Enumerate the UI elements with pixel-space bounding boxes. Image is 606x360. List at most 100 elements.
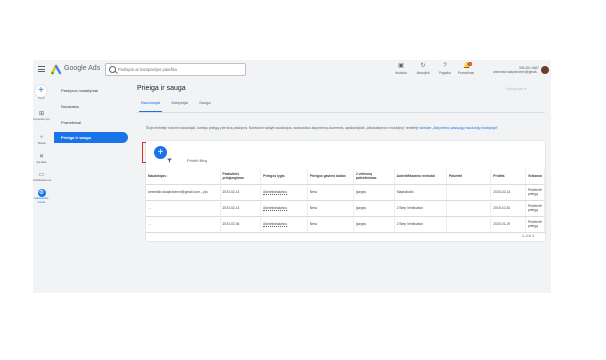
sidebar-item-access-security[interactable]: Prieiga ir sauga (54, 132, 128, 143)
tab-security[interactable]: Sauga (199, 100, 211, 105)
sidebar-item-label: Paskyros nustatymai (61, 88, 98, 93)
add-filter-link[interactable]: Pridėti filtrą (187, 158, 207, 163)
search-box[interactable] (105, 63, 246, 76)
appearance-label: Išvaizda (395, 71, 407, 75)
cell-actions[interactable]: Peržiūrėti prieigą (525, 184, 546, 201)
notifications-button[interactable]: 🔔 3 Pranešimai (456, 62, 476, 75)
manager-selector[interactable]: Valdytojai ▾ (506, 86, 526, 91)
users-table-card: + Pridėti filtrą Naudotojas ↑ Paskutinis… (146, 141, 546, 241)
notifications-label: Pranešimai (458, 71, 474, 75)
rail-label: Tikslai (37, 141, 46, 145)
cell-user: ameshkiv.skapishchevl@gmail.com – jūs (146, 184, 221, 201)
notifications-badge: 3 (468, 62, 472, 66)
navigation-rail: + Kurti ⊞ Kampani-jos ♆ Tikslai ✕ Įranki… (33, 80, 51, 293)
sidebar-item-label: Nuostatos (61, 104, 80, 109)
account-info[interactable]: 906-261-4667 ameshkiv.skapishchevl@gmail… (481, 66, 539, 74)
search-icon (109, 66, 116, 73)
tab-managers[interactable]: Valdytojai (171, 100, 188, 105)
cell-actions[interactable]: Peržiūrėti prieigą (525, 216, 546, 233)
refresh-icon: ↻ (420, 63, 426, 69)
help-button[interactable]: ? Pagalba (435, 63, 455, 75)
rail-item-admin[interactable]: ⚙ Administra-vimas (33, 189, 50, 204)
cell-invited-by: … (446, 200, 492, 217)
tab-users[interactable]: Naudotojai (141, 100, 160, 105)
avatar[interactable] (541, 66, 549, 74)
rail-label: Įrankiai (36, 160, 47, 164)
plus-icon: + (157, 147, 164, 158)
column-header-access-level[interactable]: Prieigos lygis (260, 169, 308, 185)
column-header-invited-by[interactable]: Pakvietė (446, 169, 492, 185)
sidebar-item-notifications[interactable]: Pranešimai (54, 117, 128, 128)
column-header-last-login[interactable]: Paskutinis prisijungimas (220, 169, 262, 185)
cell-invited-by: … (446, 216, 492, 233)
sidebar-item-label: Pranešimai (61, 120, 82, 125)
menu-icon[interactable] (38, 66, 45, 72)
table-row: … 2023-02-14 Administratorius Nėra Įjung… (146, 200, 546, 217)
access-level-dropdown[interactable]: Administratorius (263, 205, 287, 211)
cell-access-level[interactable]: Administratorius (260, 200, 308, 217)
rail-label: Kurti (38, 96, 45, 100)
rail-label: Kampani-jos (33, 117, 50, 121)
sidebar-item-account-settings[interactable]: Paskyros nustatymai (54, 85, 128, 96)
chevron-down-icon: ▾ (524, 86, 527, 91)
cell-added: 2019-10-30 (490, 200, 526, 217)
description-text: Šioje lentelėje rodomi naudotojai, turin… (146, 126, 419, 130)
cell-user: … (146, 200, 221, 217)
column-header-user[interactable]: Naudotojas ↑ (146, 169, 221, 185)
rail-item-goals[interactable]: ♆ Tikslai (33, 135, 50, 146)
cell-access-level[interactable]: Administratorius (260, 216, 308, 233)
cell-2sv: Įjungta (353, 200, 395, 217)
table-row: … 2023-02-06 Administratorius Nėra Įjung… (146, 216, 546, 233)
cell-last-login: 2023-02-06 (220, 216, 262, 233)
activation-managers-link[interactable]: skirtuke „Aktyvinimo paslaugų naudotojų … (420, 126, 498, 130)
cell-access-method: Nėra (307, 200, 354, 217)
sidebar-item-preferences[interactable]: Nuostatos (54, 101, 128, 112)
add-user-button[interactable]: + (154, 146, 167, 159)
access-description: Šioje lentelėje rodomi naudotojai, turin… (146, 126, 544, 130)
help-icon: ? (443, 63, 447, 69)
refresh-button[interactable]: ↻ Atnaujinti (413, 63, 433, 75)
users-table: Naudotojas ↑ Paskutinis prisijungimas Pr… (146, 169, 546, 233)
column-header-access-method[interactable]: Prieigos gavimo būdas (307, 169, 354, 185)
rail-item-campaigns[interactable]: ⊞ Kampani-jos (33, 111, 50, 122)
google-ads-logo (51, 64, 62, 75)
pagination-label: 1–3 iš 3 (522, 234, 534, 238)
help-label: Pagalba (439, 71, 451, 75)
table-header-row: Naudotojas ↑ Paskutinis prisijungimas Pr… (146, 169, 546, 185)
sort-arrow-icon: ↑ (166, 173, 169, 178)
cell-added: 2023-01-19 (490, 216, 526, 233)
rail-create-label[interactable]: Kurti (33, 96, 50, 101)
selector-label: Valdytojai (506, 86, 524, 91)
appearance-icon: ▣ (398, 63, 404, 69)
cell-access-method: Nėra (307, 184, 354, 201)
header-label: Naudotojas (148, 173, 166, 178)
search-input[interactable] (118, 65, 243, 74)
cell-access-method: Nėra (307, 216, 354, 233)
column-header-actions: Veiksmai (525, 169, 546, 185)
plus-icon: + (38, 85, 44, 96)
brand-name: Google Ads (64, 65, 101, 72)
cell-last-login: 2023-02-14 (220, 184, 262, 201)
cell-actions[interactable]: Peržiūrėti prieigą (525, 200, 546, 217)
column-header-added[interactable]: Pridėta (490, 169, 526, 185)
tabs-divider (137, 112, 545, 113)
cell-last-login: 2023-02-14 (220, 200, 262, 217)
cell-auth-methods: 2 Step Verification (394, 216, 447, 233)
cell-invited-by: … (446, 184, 492, 201)
access-level-dropdown[interactable]: Administratorius (263, 221, 287, 227)
ads-app-window: Google Ads ▣ Išvaizda ↻ Atnaujinti ? Pag… (33, 60, 551, 293)
column-header-2sv[interactable]: 2 veiksmų patvirtinimas (353, 169, 395, 185)
top-bar: Google Ads ▣ Išvaizda ↻ Atnaujinti ? Pag… (33, 60, 551, 80)
rail-item-billing[interactable]: ▭ Atsiskaitymas (33, 172, 51, 183)
page-title: Prieiga ir sauga (137, 85, 186, 92)
filter-icon[interactable] (167, 158, 172, 163)
account-email: ameshkiv.skapishchevl@gmail... (493, 70, 539, 74)
cell-2sv: Įjungta (353, 216, 395, 233)
cell-access-level[interactable]: Administratorius (260, 184, 308, 201)
rail-item-tools[interactable]: ✕ Įrankiai (33, 154, 50, 165)
column-header-auth-methods[interactable]: Autentifikavimo metodai (394, 169, 447, 185)
sidebar-item-label: Prieiga ir sauga (61, 135, 91, 140)
appearance-button[interactable]: ▣ Išvaizda (391, 63, 411, 75)
access-level-dropdown[interactable]: Administratorius (263, 189, 287, 195)
cell-2sv: Įjungta (353, 184, 395, 201)
